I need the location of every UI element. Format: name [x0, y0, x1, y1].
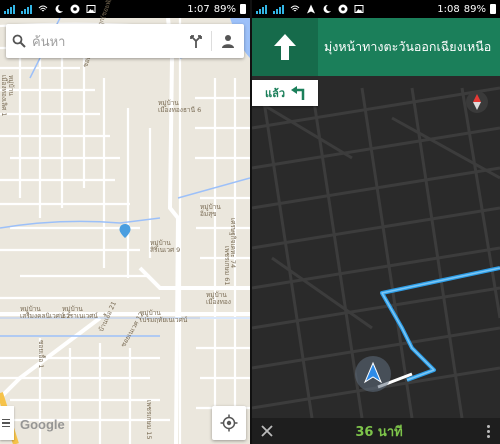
turn-left-icon: [291, 86, 305, 100]
compass-icon: [473, 94, 481, 110]
location-pin-icon[interactable]: [119, 224, 131, 238]
map-label: เพชรเกษม 15: [145, 400, 153, 440]
image-icon: [86, 5, 96, 13]
google-logo: Google: [20, 417, 65, 432]
wifi-icon: [290, 5, 300, 12]
map-label: เพชรเกษม 61: [223, 246, 231, 286]
my-location-button[interactable]: [212, 406, 246, 440]
close-navigation-button[interactable]: [252, 425, 282, 437]
navigation-banner[interactable]: มุ่งหน้าทางตะวันออกเฉียงเหนือ: [252, 18, 500, 76]
maps-screen: 1:07 89% หมู่บ้าน เมืองทองเลิศ 1 หมู่บ้า…: [0, 0, 250, 444]
directions-icon: [190, 35, 202, 48]
eta-text: 36 นาที: [355, 424, 403, 440]
status-time: 1:07: [187, 3, 210, 15]
close-icon: [261, 425, 273, 437]
battery-icon: [490, 4, 496, 14]
status-bar: 1:07 89%: [0, 0, 250, 18]
signal-icon: [4, 4, 15, 14]
battery-percent: 89%: [463, 3, 486, 15]
directions-button[interactable]: [181, 34, 211, 48]
signal-icon: [256, 4, 267, 14]
map-label: ซอยเอื้อ 1: [37, 340, 45, 369]
map-label: หมู่บ้าน เสรีมงคลนิเวศน์ 2: [20, 305, 71, 320]
image-icon: [354, 5, 364, 13]
chrome-icon: [338, 4, 348, 14]
map-label: หมู่บ้าน สิริเนเวศ 9: [150, 239, 181, 254]
moon-icon: [323, 4, 331, 13]
more-options-button[interactable]: [476, 424, 500, 438]
straight-arrow-icon: [274, 34, 296, 60]
signal-icon: [273, 4, 284, 14]
map-label: หมู่บ้าน เปรมฤทัยเนเวศน์: [140, 309, 188, 324]
chrome-icon: [70, 4, 80, 14]
navigation-instruction: มุ่งหน้าทางตะวันออกเฉียงเหนือ: [324, 39, 492, 54]
map-label: หมู่บ้าน เมืองทองธานี 6: [158, 99, 202, 114]
search-input[interactable]: ค้นหา: [32, 31, 181, 52]
battery-icon: [240, 4, 246, 14]
my-location-icon: [220, 414, 238, 432]
wifi-icon: [38, 5, 48, 12]
maneuver-box: [252, 18, 318, 76]
map-label: หมู่บ้าน เมืองทอง: [206, 291, 231, 306]
signal-icon: [21, 4, 32, 14]
navigation-footer: 36 นาที: [252, 418, 500, 444]
moon-icon: [55, 4, 63, 13]
account-button[interactable]: [212, 34, 244, 48]
map-label: หมู่บ้าน เมืองทองเลิศ 1: [0, 75, 15, 117]
navigation-map[interactable]: [252, 18, 500, 418]
battery-percent: 89%: [213, 3, 236, 15]
search-icon: [12, 34, 26, 48]
menu-button[interactable]: [0, 406, 14, 440]
navigation-status-icon: [307, 4, 315, 14]
account-icon: [222, 35, 234, 48]
next-turn-box: แล้ว: [252, 80, 318, 106]
then-label: แล้ว: [264, 87, 285, 100]
search-bar[interactable]: ค้นหา: [6, 24, 244, 58]
status-bar: 1:08 89%: [252, 0, 500, 18]
map-label: หมู่บ้าน อิ่มสุข: [200, 203, 221, 218]
navigation-screen: 1:08 89% มุ่งหน้าทางตะวันออกเฉียงเหนือ แ…: [252, 0, 500, 444]
status-time: 1:08: [437, 3, 460, 15]
compass-button[interactable]: [466, 91, 488, 113]
